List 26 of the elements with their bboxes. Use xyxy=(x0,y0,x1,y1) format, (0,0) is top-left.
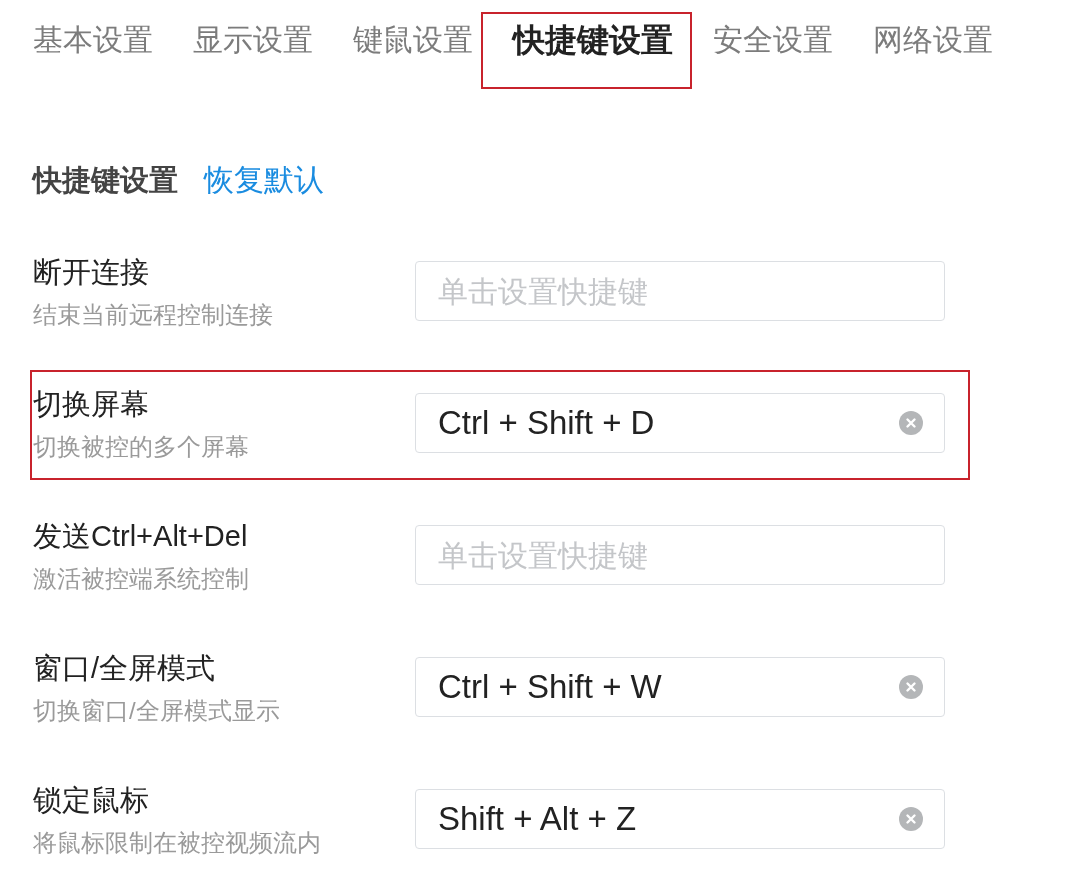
shortcut-description: 切换窗口/全屏模式显示 xyxy=(33,696,281,726)
shortcut-name: 断开连接 xyxy=(33,255,150,290)
settings-tab[interactable]: 显示设置 xyxy=(193,21,313,59)
shortcut-name: 发送Ctrl+Alt+Del xyxy=(33,519,249,554)
shortcut-field[interactable]: Ctrl + Shift + W xyxy=(415,657,945,717)
shortcut-description: 切换被控的多个屏幕 xyxy=(33,432,250,462)
shortcut-name: 切换屏幕 xyxy=(33,387,150,422)
shortcut-description: 结束当前远程控制连接 xyxy=(33,300,274,330)
clear-icon[interactable] xyxy=(899,675,923,699)
settings-tab[interactable]: 安全设置 xyxy=(713,21,833,59)
clear-icon[interactable] xyxy=(899,411,923,435)
shortcut-field[interactable]: 单击设置快捷键 xyxy=(415,261,945,321)
shortcut-field[interactable]: 单击设置快捷键 xyxy=(415,525,945,585)
settings-tab[interactable]: 基本设置 xyxy=(33,21,153,59)
shortcut-description: 将鼠标限制在被控视频流内 xyxy=(33,828,322,858)
clear-icon[interactable] xyxy=(899,807,923,831)
shortcut-field[interactable]: Shift + Alt + Z xyxy=(415,789,945,849)
shortcut-name: 锁定鼠标 xyxy=(33,783,150,818)
shortcut-name: 窗口/全屏模式 xyxy=(33,651,217,686)
settings-tab[interactable]: 快捷键设置 xyxy=(513,21,673,59)
section-title: 快捷键设置 xyxy=(33,163,178,198)
shortcut-field[interactable]: Ctrl + Shift + D xyxy=(415,393,945,453)
settings-tab[interactable]: 网络设置 xyxy=(873,21,993,59)
restore-defaults-link[interactable]: 恢复默认 xyxy=(204,160,324,200)
settings-tab[interactable]: 键鼠设置 xyxy=(353,21,473,59)
shortcut-description: 激活被控端系统控制 xyxy=(33,564,250,594)
